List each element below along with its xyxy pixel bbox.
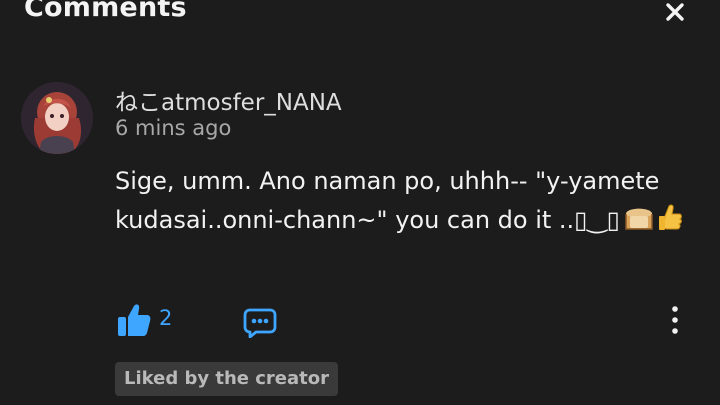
- chat-bubble-icon: [243, 308, 277, 339]
- creator-liked-badge: Liked by the creator: [115, 362, 339, 396]
- more-options-button[interactable]: [666, 304, 684, 336]
- comment-username[interactable]: ねこatmosfer_NANA: [115, 83, 342, 117]
- avatar-image: [21, 82, 93, 154]
- like-button[interactable]: [116, 302, 152, 338]
- thumbs-up-icon: [118, 304, 151, 336]
- like-count: 2: [159, 306, 173, 330]
- user-avatar[interactable]: [21, 82, 93, 154]
- close-button[interactable]: [662, 0, 688, 24]
- close-icon: [666, 3, 684, 21]
- comment-timestamp: 6 mins ago: [115, 116, 232, 140]
- more-vert-icon: [672, 306, 678, 334]
- reply-button[interactable]: [243, 306, 277, 339]
- comments-header: Comments: [0, 0, 720, 30]
- comment-body: Sige, umm. Ano naman po, uhhh-- "y-yamet…: [115, 162, 690, 240]
- bread-emoji: [622, 204, 656, 232]
- comments-title: Comments: [24, 0, 187, 23]
- thumbs-up-emoji: [657, 203, 683, 233]
- comment-text: Sige, umm. Ano naman po, uhhh-- "y-yamet…: [115, 167, 660, 234]
